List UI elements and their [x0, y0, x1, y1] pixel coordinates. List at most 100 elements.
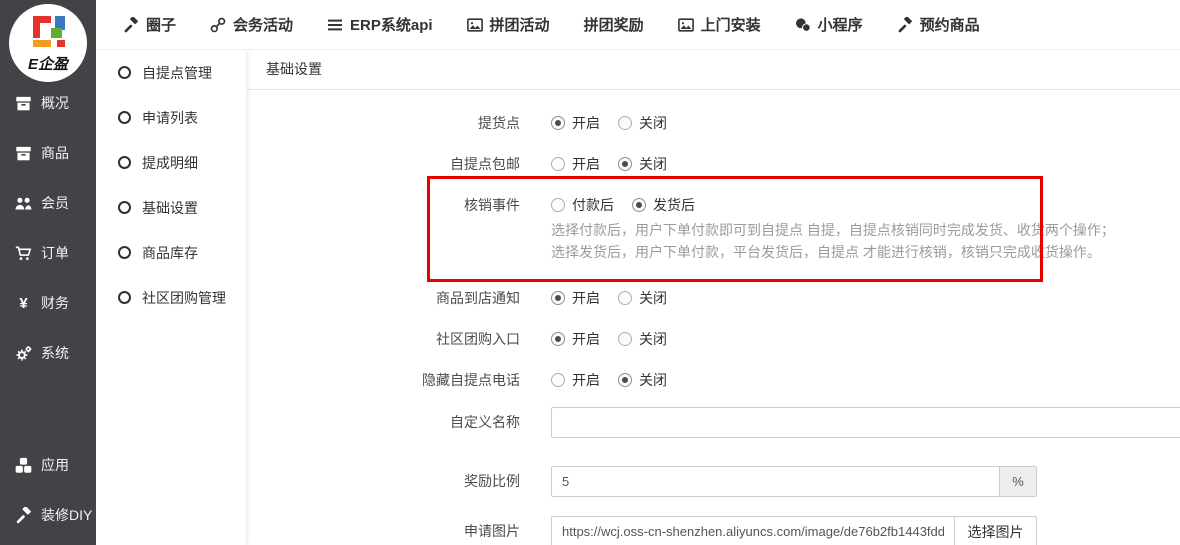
nav-item-mini-program[interactable]: 小程序	[795, 14, 863, 35]
field-label: 奖励比例	[246, 466, 520, 497]
radio-group-free-shipping: 开启 关闭	[551, 154, 667, 174]
brand-logo-circle: E企盈	[9, 4, 87, 82]
sidebar-item-finance[interactable]: ¥ 财务	[0, 278, 96, 328]
radio-group-verify-event: 付款后 发货后	[551, 195, 1115, 215]
radio-icon[interactable]	[551, 198, 565, 212]
sub-sidebar: 自提点管理 申请列表 提成明细 基础设置 商品库存 社区团购管理	[96, 50, 247, 545]
sidebar-item-diy[interactable]: 装修DIY	[0, 490, 96, 540]
sidebar-item-label: 系统	[41, 343, 69, 363]
radio-icon[interactable]	[618, 116, 632, 130]
field-label: 提货点	[246, 113, 520, 133]
radio-icon[interactable]	[618, 157, 632, 171]
gavel-icon	[123, 17, 139, 33]
custom-name-input[interactable]	[551, 407, 1180, 438]
form-row-arrival-notice: 商品到店通知 开启 关闭	[246, 288, 1180, 308]
radio-label: 开启	[572, 288, 600, 308]
sidebar-item-goods[interactable]: 商品	[0, 128, 96, 178]
submenu-item-label: 商品库存	[142, 243, 198, 263]
field-label: 隐藏自提点电话	[246, 370, 520, 390]
radio-option-off[interactable]: 关闭	[618, 154, 667, 174]
radio-icon[interactable]	[551, 332, 565, 346]
apply-image-url-input[interactable]	[551, 516, 955, 545]
radio-option-on[interactable]: 开启	[551, 288, 600, 308]
sidebar-item-overview[interactable]: 概况	[0, 78, 96, 128]
field-label: 社区团购入口	[246, 329, 520, 349]
sidebar-item-label: 财务	[41, 293, 69, 313]
menu-icon	[327, 17, 343, 33]
form-row-reward-ratio: 奖励比例 %	[246, 466, 1180, 497]
radio-label: 关闭	[639, 154, 667, 174]
radio-option-after-shipment[interactable]: 发货后	[632, 195, 695, 215]
radio-label: 开启	[572, 329, 600, 349]
radio-option-on[interactable]: 开启	[551, 329, 600, 349]
nav-item-booking-goods[interactable]: 预约商品	[897, 14, 980, 35]
submenu-item-pickup-management[interactable]: 自提点管理	[96, 50, 246, 95]
nav-item-group-activity[interactable]: 拼团活动	[467, 14, 550, 35]
top-nav: 圈子 会务活动 ERP系统api 拼团活动 拼团奖励 上门安装 小程序	[96, 0, 1180, 50]
radio-icon[interactable]	[618, 373, 632, 387]
reward-ratio-input[interactable]	[551, 466, 1000, 497]
nav-item-group-reward[interactable]: 拼团奖励	[584, 14, 644, 35]
settings-form: 提货点 开启 关闭 自提点包邮	[246, 90, 1180, 545]
circle-icon	[118, 111, 131, 124]
nav-item-label: 小程序	[818, 14, 863, 35]
submenu-item-commission-detail[interactable]: 提成明细	[96, 140, 246, 185]
radio-option-after-payment[interactable]: 付款后	[551, 195, 614, 215]
radio-option-on[interactable]: 开启	[551, 113, 600, 133]
submenu-item-community-group[interactable]: 社区团购管理	[96, 275, 246, 320]
radio-icon[interactable]	[551, 373, 565, 387]
radio-label: 关闭	[639, 288, 667, 308]
radio-icon[interactable]	[551, 291, 565, 305]
system-icon	[15, 345, 32, 362]
radio-option-off[interactable]: 关闭	[618, 288, 667, 308]
field-label: 申请图片	[246, 516, 520, 545]
sidebar-item-members[interactable]: 会员	[0, 178, 96, 228]
choose-image-button[interactable]: 选择图片	[955, 516, 1037, 545]
sidebar-item-orders[interactable]: 订单	[0, 228, 96, 278]
sidebar-item-label: 概况	[41, 93, 69, 113]
radio-label: 关闭	[639, 329, 667, 349]
sidebar-item-label: 装修DIY	[41, 505, 92, 525]
circle-icon	[118, 246, 131, 259]
nav-item-erp-api[interactable]: ERP系统api	[327, 14, 433, 35]
nav-item-label: 圈子	[146, 14, 176, 35]
sidebar-item-label: 应用	[41, 455, 69, 475]
submenu-item-apply-list[interactable]: 申请列表	[96, 95, 246, 140]
sidebar-item-apps[interactable]: 应用	[0, 440, 96, 490]
radio-option-on[interactable]: 开启	[551, 370, 600, 390]
submenu-item-goods-stock[interactable]: 商品库存	[96, 230, 246, 275]
radio-icon[interactable]	[551, 157, 565, 171]
nav-item-door-install[interactable]: 上门安装	[678, 14, 761, 35]
help-line: 选择付款后，用户下单付款即可到自提点 自提，自提点核销同时完成发货、收货两个操作…	[551, 219, 1115, 241]
sidebar-item-system[interactable]: 系统	[0, 328, 96, 378]
radio-icon[interactable]	[632, 198, 646, 212]
sidebar-item-label: 订单	[41, 243, 69, 263]
radio-group-pickup-point: 开启 关闭	[551, 113, 667, 133]
radio-icon[interactable]	[551, 116, 565, 130]
radio-option-off[interactable]: 关闭	[618, 370, 667, 390]
radio-group-hide-phone: 开启 关闭	[551, 370, 667, 390]
submenu-item-basic-settings[interactable]: 基础设置	[96, 185, 246, 230]
radio-option-off[interactable]: 关闭	[618, 113, 667, 133]
link-icon	[210, 17, 226, 33]
radio-icon[interactable]	[618, 291, 632, 305]
circle-icon	[118, 66, 131, 79]
nav-item-meeting[interactable]: 会务活动	[210, 14, 293, 35]
nav-item-circle[interactable]: 圈子	[123, 14, 176, 35]
nav-item-label: 拼团活动	[490, 14, 550, 35]
brand-logo: E企盈	[9, 4, 87, 82]
orders-icon	[15, 245, 32, 262]
radio-icon[interactable]	[618, 332, 632, 346]
radio-option-off[interactable]: 关闭	[618, 329, 667, 349]
brand-name: E企盈	[9, 53, 87, 74]
field-label: 核销事件	[246, 195, 520, 215]
finance-icon: ¥	[15, 295, 32, 312]
radio-option-on[interactable]: 开启	[551, 154, 600, 174]
gavel-icon	[897, 17, 913, 33]
circle-icon	[118, 156, 131, 169]
form-row-pickup-point: 提货点 开启 关闭	[246, 113, 1180, 133]
left-sidebar: E企盈 概况 商品 会员 订单 ¥	[0, 0, 96, 545]
radio-label: 关闭	[639, 113, 667, 133]
brand-logo-glyph	[31, 16, 65, 50]
nav-item-label: 上门安装	[701, 14, 761, 35]
